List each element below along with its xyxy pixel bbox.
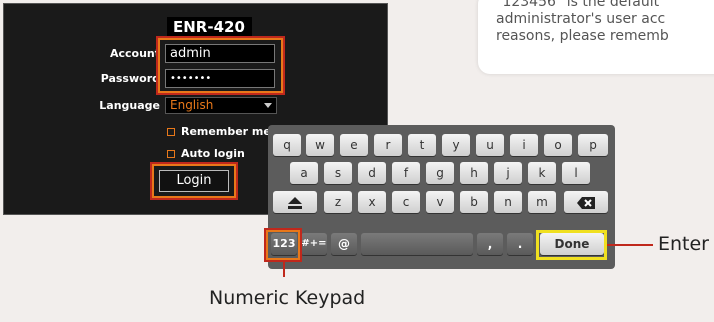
key-n[interactable]: n [494, 191, 522, 213]
note-line: reasons, please rememb [496, 28, 669, 44]
key-q[interactable]: q [273, 134, 301, 156]
remember-me-checkbox[interactable]: Remember me [167, 125, 271, 138]
note-line: "123456" is the default [496, 0, 660, 10]
key-a[interactable]: a [290, 162, 318, 184]
backspace-key[interactable] [564, 191, 608, 213]
at-key[interactable]: @ [331, 233, 357, 255]
login-button-label: Login [159, 170, 229, 192]
numeric-keypad-highlight [264, 228, 302, 262]
key-z[interactable]: z [324, 191, 352, 213]
key-g[interactable]: g [426, 162, 454, 184]
login-button[interactable]: Login [150, 162, 238, 200]
key-u[interactable]: u [476, 134, 504, 156]
key-c[interactable]: c [392, 191, 420, 213]
enter-callout-label: Enter [658, 233, 709, 255]
key-k[interactable]: k [528, 162, 556, 184]
device-title: ENR-420 [167, 17, 252, 37]
chevron-down-icon [264, 103, 272, 108]
note-line: administrator's user acc [496, 11, 666, 27]
key-b[interactable]: b [460, 191, 488, 213]
done-key-highlight [536, 230, 607, 260]
key-x[interactable]: x [358, 191, 386, 213]
key-d[interactable]: d [358, 162, 386, 184]
key-i[interactable]: i [510, 134, 538, 156]
account-label: Account [109, 47, 160, 60]
key-e[interactable]: e [340, 134, 368, 156]
auto-login-label: Auto login [181, 147, 245, 160]
language-label: Language [99, 99, 160, 112]
shift-key[interactable] [273, 191, 317, 213]
checkbox-icon [167, 128, 175, 136]
key-j[interactable]: j [494, 162, 522, 184]
key-r[interactable]: r [374, 134, 402, 156]
numeric-keypad-callout-label: Numeric Keypad [209, 287, 366, 309]
numeric-keypad-callout-line [283, 260, 285, 277]
symbols-key[interactable]: #+= [301, 233, 327, 255]
key-l[interactable]: l [562, 162, 590, 184]
credentials-highlight [156, 36, 285, 95]
checkbox-icon [167, 150, 175, 158]
language-value: English [170, 98, 214, 112]
key-p[interactable]: p [578, 134, 608, 156]
key-f[interactable]: f [392, 162, 420, 184]
space-key[interactable] [361, 233, 473, 255]
remember-me-label: Remember me [181, 125, 271, 138]
eject-icon [288, 196, 302, 209]
enter-callout-line [607, 244, 653, 246]
backspace-icon [577, 196, 595, 209]
key-w[interactable]: w [306, 134, 334, 156]
key-y[interactable]: y [442, 134, 470, 156]
key-m[interactable]: m [528, 191, 556, 213]
language-select[interactable]: English [165, 97, 277, 114]
key-o[interactable]: o [544, 134, 572, 156]
key-h[interactable]: h [460, 162, 488, 184]
auto-login-checkbox[interactable]: Auto login [167, 147, 245, 160]
password-label: Password [100, 72, 160, 85]
period-key[interactable]: . [507, 233, 533, 255]
info-note: "123456" is the default administrator's … [478, 0, 714, 74]
key-v[interactable]: v [426, 191, 454, 213]
comma-key[interactable]: , [477, 233, 503, 255]
key-t[interactable]: t [408, 134, 436, 156]
key-s[interactable]: s [324, 162, 352, 184]
